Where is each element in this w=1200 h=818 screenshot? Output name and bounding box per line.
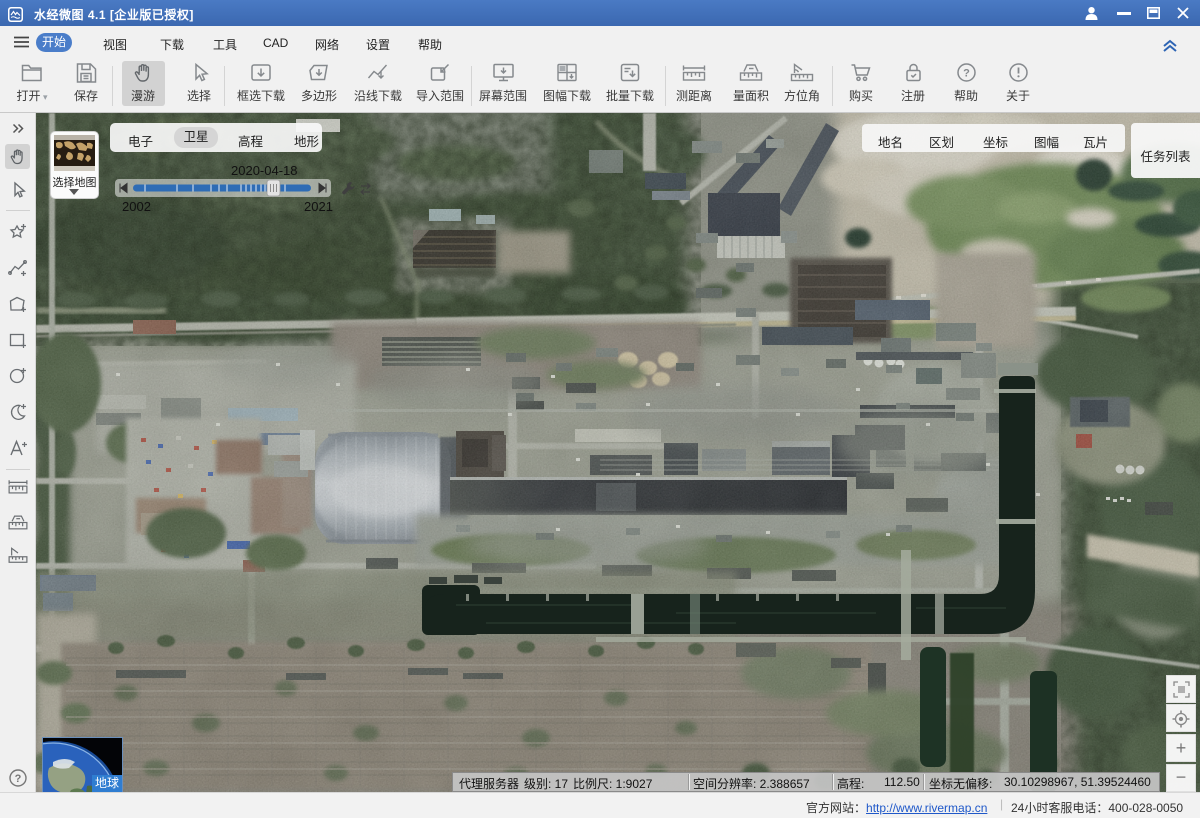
svg-text:?: ? xyxy=(14,773,21,785)
svg-text:?: ? xyxy=(963,68,970,80)
